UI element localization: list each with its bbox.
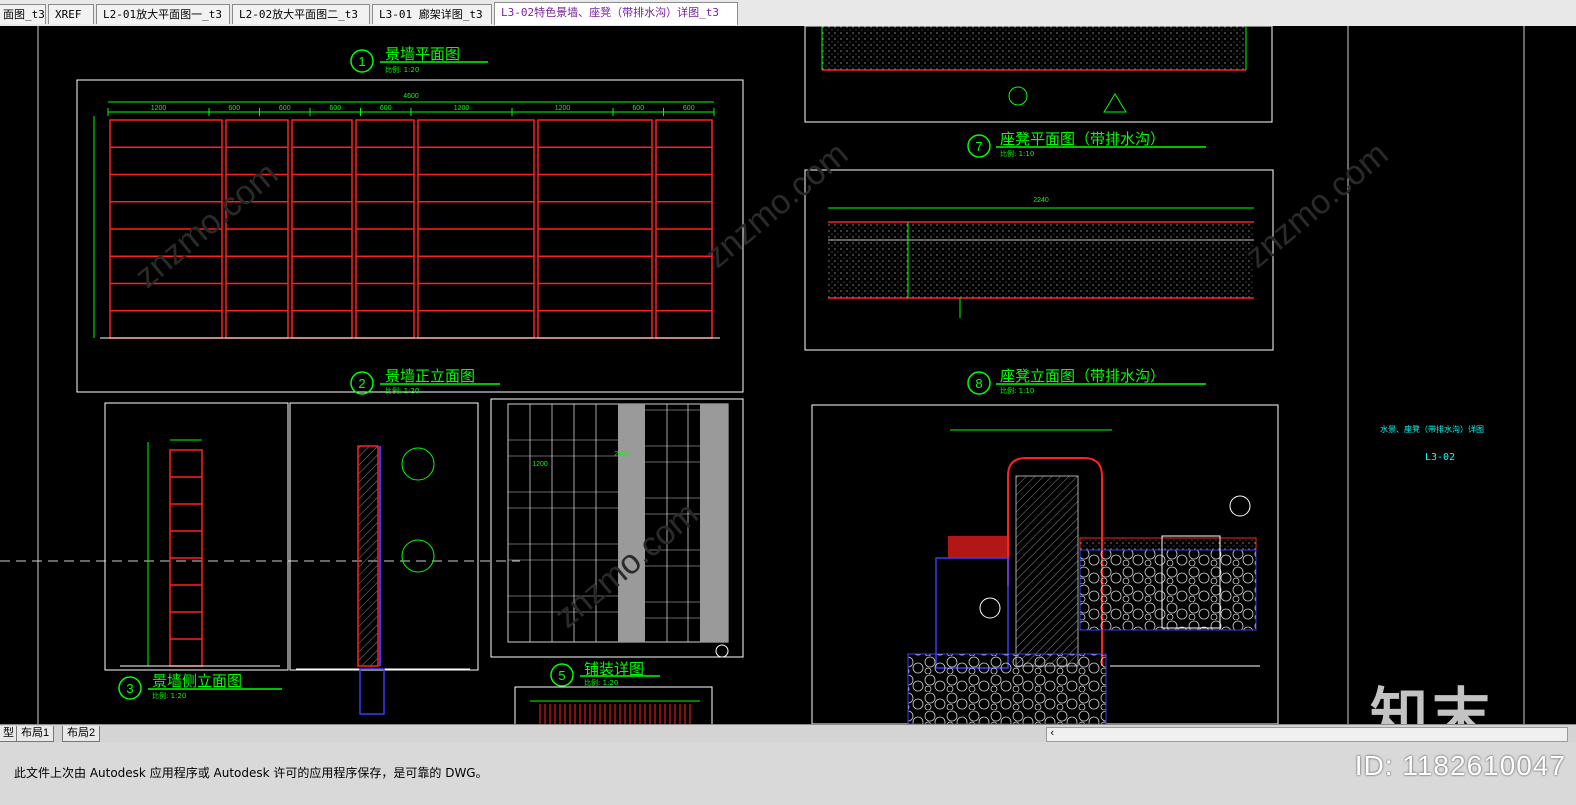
status-bar: 此文件上次由 Autodesk 应用程序或 Autodesk 许可的应用程序保存…	[0, 742, 1576, 805]
title-1: 1 景墙平面图 比例: 1:20	[350, 45, 488, 74]
tab-l2-01[interactable]: L2-01放大平面图一_t3	[96, 4, 230, 24]
title-5: 5 铺装详图 比例: 1:20	[550, 660, 660, 687]
tab-l3-01[interactable]: L3-01 廊架详图_t3	[372, 4, 492, 24]
svg-text:比例: 1:10: 比例: 1:10	[1000, 386, 1034, 395]
status-message: 此文件上次由 Autodesk 应用程序或 Autodesk 许可的应用程序保存…	[14, 766, 488, 780]
title-block: 水景、座凳（带排水沟）详图 L3-02	[1380, 424, 1484, 463]
svg-text:座凳平面图（带排水沟）: 座凳平面图（带排水沟）	[1000, 130, 1165, 148]
front-dim-label: 1200	[151, 105, 167, 112]
svg-text:5: 5	[558, 668, 565, 683]
tab-plan[interactable]: 面图_t3	[0, 4, 46, 24]
layout-tab-bar: 型 布局1 布局2 ‹	[0, 724, 1576, 743]
tab-l3-02[interactable]: L3-02特色景墙、座凳（带排水沟）详图_t3	[494, 2, 738, 25]
bench-plan-panel	[804, 26, 1273, 123]
title-7: 7 座凳平面图（带排水沟） 比例: 1:10	[967, 130, 1206, 158]
svg-text:1200: 1200	[532, 461, 548, 468]
front-dim-label: 600	[279, 105, 291, 112]
document-tab-bar: 面图_t3 XREF L2-01放大平面图一_t3 L2-02放大平面图二_t3…	[0, 0, 1576, 27]
tab-xref[interactable]: XREF	[48, 4, 94, 24]
front-dim-label: 1200	[555, 105, 571, 112]
front-dim-label: 600	[329, 105, 341, 112]
svg-text:比例: 1:20: 比例: 1:20	[152, 691, 186, 700]
front-dim-label: 600	[228, 105, 240, 112]
bench-elevation-panel: 2240	[804, 169, 1274, 351]
svg-text:3: 3	[126, 681, 133, 696]
bench-section-panel	[811, 404, 1279, 724]
svg-text:景墙侧立面图: 景墙侧立面图	[152, 672, 242, 690]
cad-drawing: 1 景墙平面图 比例: 1:20 4600 1200 600 600 600 600 12…	[0, 26, 1525, 724]
svg-text:1: 1	[358, 54, 365, 69]
title-3: 3 景墙侧立面图 比例: 1:20	[118, 672, 282, 700]
svg-text:2240: 2240	[1033, 197, 1049, 204]
svg-text:比例: 1:20: 比例: 1:20	[584, 678, 618, 687]
svg-text:景墙平面图: 景墙平面图	[385, 45, 460, 63]
tab-l2-02[interactable]: L2-02放大平面图二_t3	[232, 4, 370, 24]
svg-text:比例: 1:20: 比例: 1:20	[385, 65, 419, 74]
side-elevation-panel	[104, 402, 289, 671]
drawing-canvas[interactable]: 1 景墙平面图 比例: 1:20 4600 1200 600 600 600 600 12…	[0, 26, 1576, 724]
front-dim-label: 600	[683, 105, 695, 112]
svg-text:比例: 1:10: 比例: 1:10	[1000, 149, 1034, 158]
scroll-left-icon[interactable]: ‹	[1050, 726, 1054, 739]
front-dim-label: 600	[380, 105, 392, 112]
svg-text:7: 7	[975, 139, 982, 154]
svg-text:8: 8	[975, 376, 982, 391]
paving-panel: 1200 2400	[490, 398, 744, 658]
lower-small-panel	[514, 686, 713, 724]
svg-text:座凳立面图（带排水沟）: 座凳立面图（带排水沟）	[1000, 367, 1165, 385]
front-dim-label: 1200	[454, 105, 470, 112]
front-dimension-labels: 1200 600 600 600 600 1200 1200 600 600	[107, 105, 715, 116]
title-8: 8 座凳立面图（带排水沟） 比例: 1:10	[967, 367, 1206, 395]
svg-text:L3-02: L3-02	[1425, 452, 1455, 463]
svg-text:水景、座凳（带排水沟）详图: 水景、座凳（带排水沟）详图	[1380, 424, 1484, 434]
svg-text:2: 2	[358, 376, 365, 391]
svg-text:景墙正立面图: 景墙正立面图	[385, 367, 475, 385]
wall-section-panel	[289, 402, 479, 715]
svg-text:4600: 4600	[403, 93, 419, 100]
svg-text:2400: 2400	[614, 451, 630, 458]
side-wall-bricks	[170, 476, 202, 640]
layout-tab-1[interactable]: 布局1	[16, 726, 55, 742]
title-2: 2 景墙正立面图 比例: 1:20	[350, 367, 500, 395]
layout-tab-2[interactable]: 布局2	[62, 726, 101, 742]
horizontal-scrollbar[interactable]: ‹	[1046, 726, 1568, 742]
svg-text:比例: 1:20: 比例: 1:20	[385, 386, 419, 395]
front-dim-label: 600	[632, 105, 644, 112]
image-id-label: ID: 1182610047	[1354, 750, 1566, 781]
